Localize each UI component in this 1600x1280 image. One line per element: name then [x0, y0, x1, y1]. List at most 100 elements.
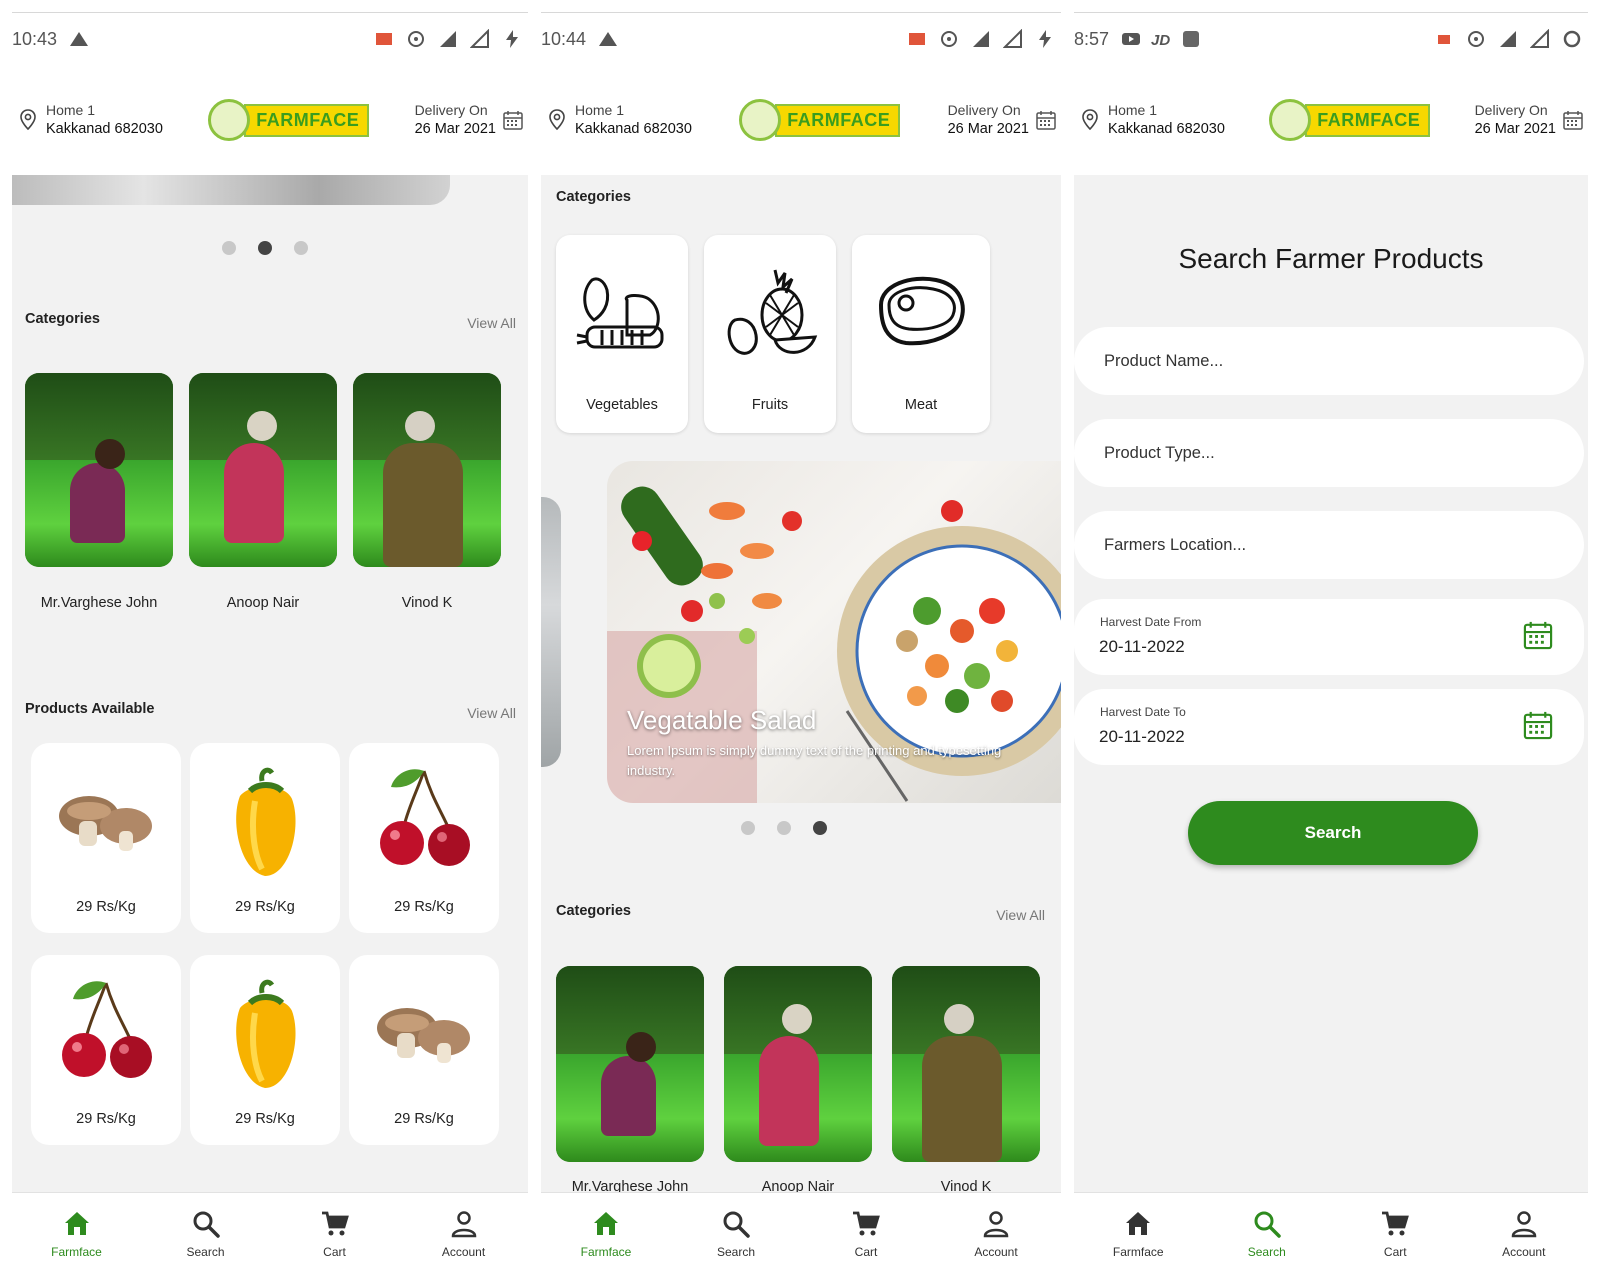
carousel-dot[interactable] — [222, 241, 236, 255]
search-icon — [723, 1210, 750, 1238]
product-card[interactable]: 29 Rs/Kg — [349, 743, 499, 933]
location-pin-icon — [549, 109, 565, 130]
farmer-card[interactable] — [724, 966, 872, 1162]
calendar-icon — [1563, 110, 1583, 130]
nav-label: Account — [974, 1244, 1018, 1259]
nav-cart[interactable]: Cart — [1331, 1193, 1460, 1274]
categories-view-all-link[interactable]: View All — [996, 907, 1045, 923]
cart-icon — [320, 1211, 348, 1237]
warning-icon — [599, 32, 618, 46]
banner-image[interactable] — [12, 175, 450, 205]
products-view-all-link[interactable]: View All — [467, 705, 516, 721]
farmer-card[interactable] — [25, 373, 173, 567]
account-icon — [1511, 1210, 1536, 1237]
status-bar: 10:44 — [541, 13, 1061, 65]
cast-icon — [909, 33, 925, 45]
location-pin-icon — [1082, 109, 1098, 130]
account-icon — [451, 1210, 476, 1237]
product-type-input[interactable]: Product Type... — [1074, 419, 1584, 487]
product-card[interactable]: 29 Rs/Kg — [31, 955, 181, 1145]
location-label: Home 1 — [46, 102, 96, 118]
nav-label: Cart — [323, 1244, 346, 1259]
cherry-icon — [378, 767, 472, 868]
farmer-card[interactable] — [892, 966, 1040, 1162]
logo-text: FARMFACE — [244, 103, 370, 137]
app-header: Home 1 Kakkanad 682030 FARMFACE Delivery… — [1074, 65, 1588, 175]
product-card[interactable]: 29 Rs/Kg — [190, 955, 340, 1145]
app-header: Home 1 Kakkanad 682030 FARMFACE Delivery… — [12, 65, 528, 175]
category-label: Fruits — [751, 397, 789, 413]
carousel-dot[interactable] — [777, 821, 791, 835]
location-selector[interactable]: Home 1 Kakkanad 682030 — [18, 101, 163, 139]
category-tile-vegetables[interactable]: Vegetables — [556, 235, 688, 433]
product-name-input[interactable]: Product Name... — [1074, 327, 1584, 395]
home-icon — [1126, 1211, 1151, 1235]
bell-pepper-icon — [210, 973, 320, 1093]
carousel-dot[interactable] — [294, 241, 308, 255]
signal-4g-icon — [1003, 29, 1022, 48]
product-price: 29 Rs/Kg — [76, 899, 136, 915]
farmer-card[interactable] — [556, 966, 704, 1162]
nav-farmface[interactable]: Farmface — [541, 1193, 671, 1274]
harvest-date-from-field[interactable]: Harvest Date From 20-11-2022 — [1074, 599, 1584, 675]
search-button[interactable]: Search — [1188, 801, 1478, 865]
farmer-card[interactable] — [189, 373, 337, 567]
signal-icon — [973, 31, 989, 47]
farmer-name: Vinod K — [401, 595, 453, 611]
vegetables-icon — [576, 277, 664, 349]
signal-icon — [1500, 31, 1516, 47]
carousel-dot[interactable] — [741, 821, 755, 835]
nav-account[interactable]: Account — [399, 1193, 528, 1274]
charging-icon — [1039, 30, 1051, 48]
location-selector[interactable]: Home 1 Kakkanad 682030 — [1080, 101, 1225, 139]
cast-icon — [1438, 35, 1450, 44]
delivery-label: Delivery On — [947, 102, 1021, 118]
warning-icon — [70, 32, 89, 46]
harvest-to-value: 20-11-2022 — [1099, 727, 1185, 746]
nav-label: Search — [186, 1244, 225, 1259]
delivery-date-selector[interactable]: Delivery On 26 Mar 2021 — [948, 101, 1057, 139]
bottom-nav: Farmface Search Cart Account — [1074, 1192, 1588, 1274]
nav-cart[interactable]: Cart — [270, 1193, 399, 1274]
product-card[interactable]: 29 Rs/Kg — [31, 743, 181, 933]
signal-4g-icon — [470, 29, 489, 48]
location-address: Kakkanad 682030 — [46, 121, 163, 137]
nav-label: Farmface — [580, 1244, 632, 1259]
delivery-date-selector[interactable]: Delivery On 26 Mar 2021 — [415, 101, 524, 139]
nav-account[interactable]: Account — [931, 1193, 1061, 1274]
screen-search: 8:57 JD Home 1 Kakkanad 682030 FARMFACE … — [1074, 12, 1588, 1274]
home-icon — [594, 1211, 618, 1235]
nav-farmface[interactable]: Farmface — [1074, 1193, 1203, 1274]
farmers-location-input[interactable]: Farmers Location... — [1074, 511, 1584, 579]
status-time: 10:44 — [541, 28, 587, 49]
nav-search[interactable]: Search — [1203, 1193, 1332, 1274]
product-card[interactable]: 29 Rs/Kg — [349, 955, 499, 1145]
svg-text:JD: JD — [1151, 32, 1170, 49]
location-address: Kakkanad 682030 — [1108, 121, 1225, 137]
prev-banner-image[interactable] — [541, 497, 561, 767]
categories-title: Categories — [25, 311, 100, 327]
carousel-dot-active[interactable] — [258, 241, 272, 255]
nav-farmface[interactable]: Farmface — [12, 1193, 141, 1274]
categories-view-all-link[interactable]: View All — [467, 315, 516, 331]
promo-banner[interactable]: Vegatable Salad Lorem Ipsum is simply du… — [607, 461, 1061, 803]
carousel-dot-active[interactable] — [813, 821, 827, 835]
farmer-card[interactable] — [353, 373, 501, 567]
signal-icon — [440, 31, 456, 47]
nav-search[interactable]: Search — [671, 1193, 801, 1274]
delivery-date-selector[interactable]: Delivery On 26 Mar 2021 — [1475, 101, 1584, 139]
product-card[interactable]: 29 Rs/Kg — [190, 743, 340, 933]
location-selector[interactable]: Home 1 Kakkanad 682030 — [547, 101, 692, 139]
bell-pepper-icon — [210, 761, 320, 881]
harvest-date-to-field[interactable]: Harvest Date To 20-11-2022 — [1074, 689, 1584, 765]
product-price: 29 Rs/Kg — [394, 1111, 454, 1127]
nav-cart[interactable]: Cart — [801, 1193, 931, 1274]
calendar-icon[interactable] — [1522, 619, 1554, 651]
hotspot-icon — [941, 31, 957, 47]
calendar-icon[interactable] — [1522, 709, 1554, 741]
nav-account[interactable]: Account — [1460, 1193, 1589, 1274]
logo-badge-icon — [739, 99, 782, 141]
nav-search[interactable]: Search — [141, 1193, 270, 1274]
category-tile-fruits[interactable]: Fruits — [704, 235, 836, 433]
category-tile-meat[interactable]: Meat — [852, 235, 990, 433]
